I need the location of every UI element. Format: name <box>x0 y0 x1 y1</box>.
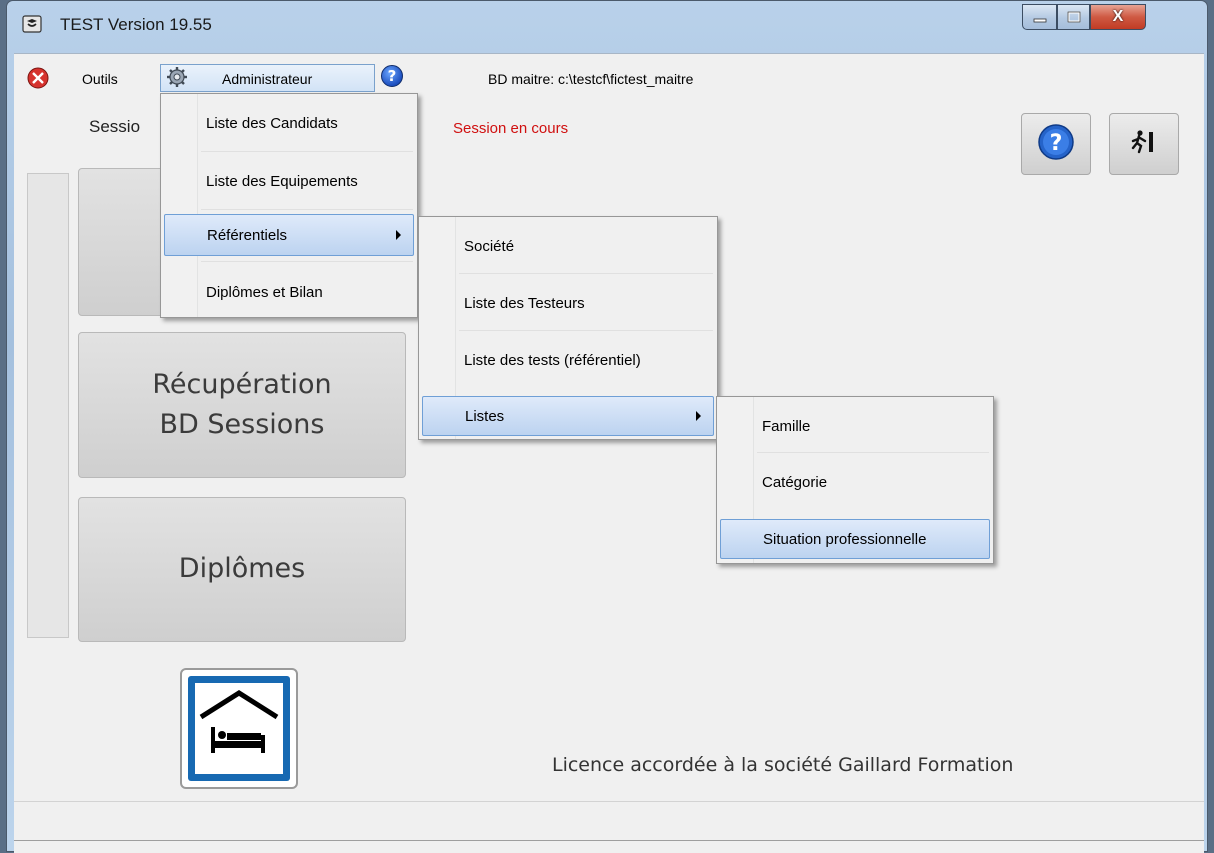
tools-icon[interactable] <box>27 67 49 89</box>
session-label: Sessio <box>89 117 141 136</box>
window-title: TEST Version 19.55 <box>60 15 212 34</box>
menu-item-famille[interactable]: Famille <box>720 400 990 452</box>
session-status: Session en cours <box>453 120 569 137</box>
menu-item-label: Référentiels <box>207 226 288 244</box>
maximize-button[interactable] <box>1057 4 1090 30</box>
listes-submenu: Famille Catégorie Situation professionne… <box>716 396 994 564</box>
menu-administrateur-label: Administrateur <box>222 71 313 87</box>
menu-item-liste-tests[interactable]: Liste des tests (référentiel) <box>422 334 714 386</box>
menu-item-liste-candidats[interactable]: Liste des Candidats <box>164 97 414 149</box>
submenu-arrow-icon <box>396 230 401 240</box>
menu-item-label: Liste des tests (référentiel) <box>464 351 641 369</box>
help-icon: ? <box>1037 123 1075 165</box>
menu-item-liste-testeurs[interactable]: Liste des Testeurs <box>422 277 714 329</box>
menu-item-societe[interactable]: Société <box>422 220 714 272</box>
recuperation-label: Récupération BD Sessions <box>152 365 331 446</box>
menu-outils[interactable]: Outils <box>82 71 118 87</box>
recuperation-line2: BD Sessions <box>159 409 325 440</box>
minimize-icon <box>1033 8 1047 27</box>
exit-icon <box>1129 127 1159 161</box>
menu-item-label: Société <box>464 237 515 255</box>
menu-item-listes[interactable]: Listes <box>422 396 714 436</box>
menu-item-label: Catégorie <box>762 473 828 491</box>
submenu-arrow-icon <box>696 411 701 421</box>
hotel-button[interactable] <box>180 668 298 789</box>
close-icon: X <box>1112 8 1124 25</box>
gear-icon <box>166 66 188 88</box>
help-glyph: ? <box>387 67 397 85</box>
menu-item-label: Liste des Testeurs <box>464 294 585 312</box>
menu-item-label: Liste des Candidats <box>206 114 338 132</box>
diplomes-label: Diplômes <box>178 553 306 585</box>
menu-item-label: Listes <box>465 407 505 425</box>
help-icon[interactable]: ? <box>381 65 403 87</box>
minimize-button[interactable] <box>1022 4 1057 30</box>
help-button[interactable]: ? <box>1021 113 1091 175</box>
menu-item-referentiels[interactable]: Référentiels <box>164 214 414 256</box>
recuperation-line1: Récupération <box>152 368 332 400</box>
menu-item-label: Liste des Equipements <box>206 172 358 190</box>
svg-text:?: ? <box>1050 131 1063 156</box>
hotel-sign <box>188 676 290 781</box>
menu-item-diplomes-bilan[interactable]: Diplômes et Bilan <box>164 266 414 318</box>
menu-item-categorie[interactable]: Catégorie <box>720 456 990 508</box>
menu-item-label: Famille <box>762 417 811 435</box>
diplomes-button[interactable]: Diplômes <box>78 497 406 642</box>
side-panel <box>27 173 69 638</box>
menu-item-label: Situation professionnelle <box>763 530 927 548</box>
referentiels-submenu: Société Liste des Testeurs Liste des tes… <box>418 216 718 440</box>
admin-menu: Liste des Candidats Liste des Equipement… <box>160 93 418 318</box>
recuperation-bd-sessions-button[interactable]: Récupération BD Sessions <box>78 332 406 478</box>
exit-button[interactable] <box>1109 113 1179 175</box>
menu-item-label: Diplômes et Bilan <box>206 283 323 301</box>
licence-text: Licence accordée à la société Gaillard F… <box>552 754 1014 776</box>
menu-item-situation-professionnelle[interactable]: Situation professionnelle <box>720 519 990 559</box>
hotel-icon <box>195 683 283 774</box>
maximize-icon <box>1067 8 1081 27</box>
db-path: BD maitre: c:\testcf\fictest_maitre <box>488 71 694 87</box>
app-icon <box>22 14 42 34</box>
status-bar <box>14 801 1204 841</box>
close-button[interactable]: X <box>1090 4 1146 30</box>
menu-item-liste-equipements[interactable]: Liste des Equipements <box>164 155 414 207</box>
